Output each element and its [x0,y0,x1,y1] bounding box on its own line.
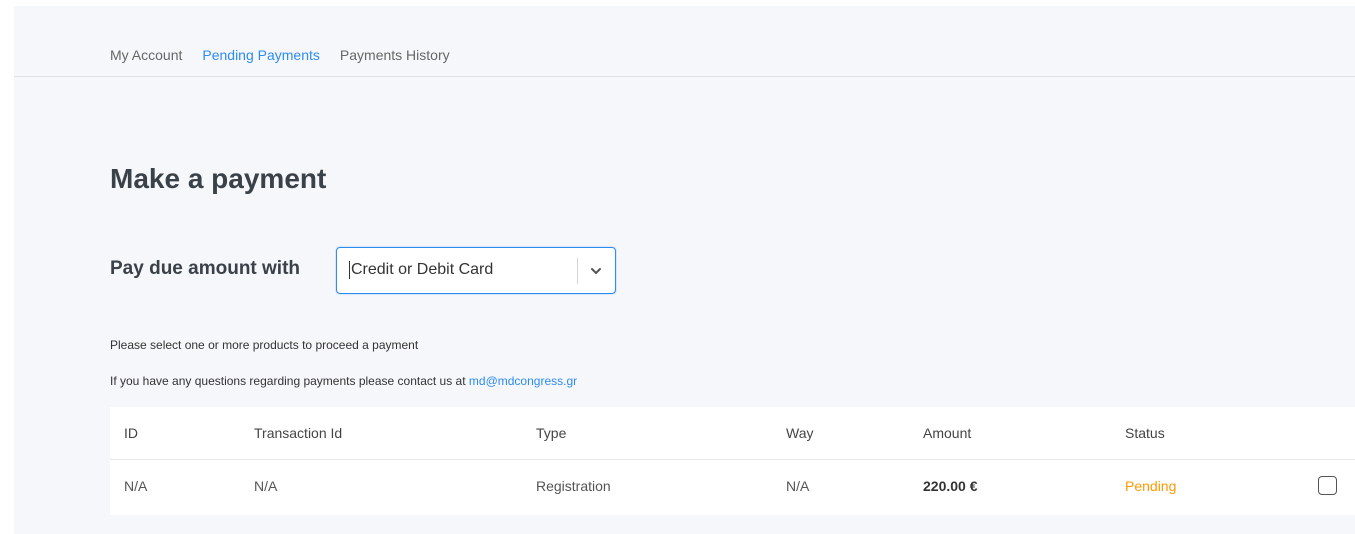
pay-method-label: Pay due amount with [110,258,301,279]
table-header: ID Transaction Id Type Way Amount Status [110,407,1355,460]
header-transaction-id: Transaction Id [254,425,343,441]
tab-my-account[interactable]: My Account [110,47,182,63]
account-tabs: My Account Pending Payments Payments His… [110,47,470,63]
header-id: ID [124,425,138,441]
cell-way: N/A [786,478,810,494]
table-row: N/A N/A Registration N/A 220.00 € Pendin… [110,460,1355,513]
select-products-notice: Please select one or more products to pr… [110,338,419,352]
tab-pending-payments[interactable]: Pending Payments [202,47,320,63]
contact-notice: If you have any questions regarding paym… [110,374,577,388]
tab-payments-history[interactable]: Payments History [340,47,450,63]
header-amount: Amount [923,425,972,441]
cell-id: N/A [124,478,148,494]
header-way: Way [786,425,814,441]
tabs-divider [14,76,1355,77]
select-separator [577,258,578,284]
cell-amount: 220.00 € [923,478,978,494]
payment-method-select[interactable]: Credit or Debit Card [336,247,616,294]
cell-transaction-id: N/A [254,478,278,494]
chevron-down-icon[interactable] [587,262,605,280]
payment-method-value: Credit or Debit Card [349,261,494,279]
cell-type: Registration [536,478,611,494]
contact-email-link[interactable]: md@mdcongress.gr [469,374,577,388]
page-title: Make a payment [110,163,327,194]
payments-table: ID Transaction Id Type Way Amount Status… [110,407,1355,515]
status-badge: Pending [1125,478,1177,494]
contact-notice-text: If you have any questions regarding paym… [110,374,466,388]
row-select-checkbox[interactable] [1318,476,1337,495]
header-status: Status [1125,425,1165,441]
header-type: Type [536,425,567,441]
